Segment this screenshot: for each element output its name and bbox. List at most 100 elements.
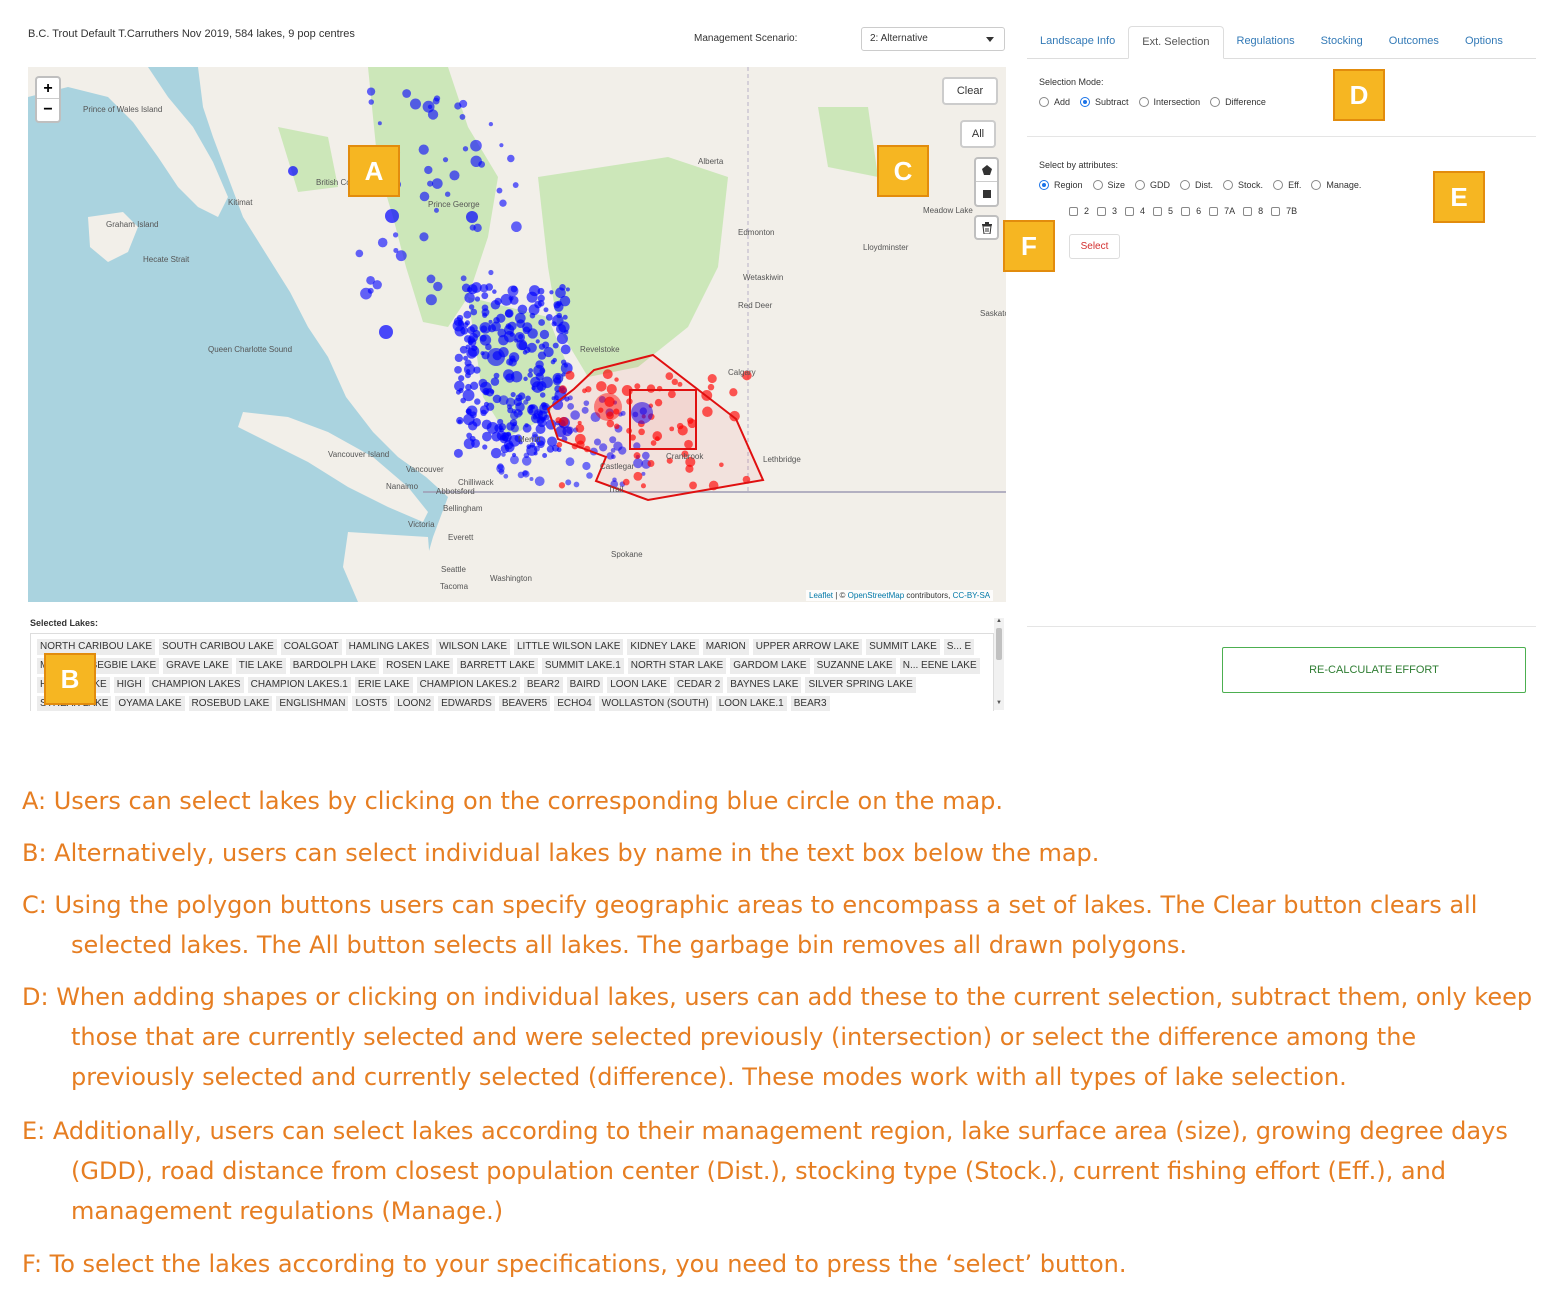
lake-marker[interactable]	[529, 477, 534, 482]
lake-marker[interactable]	[453, 448, 463, 458]
lake-marker[interactable]	[563, 363, 569, 368]
lake-chip[interactable]: GARDOM LAKE	[730, 658, 810, 674]
lake-marker[interactable]	[503, 330, 516, 343]
radio-icon[interactable]	[1135, 180, 1146, 190]
lake-marker[interactable]	[526, 342, 537, 353]
lake-marker[interactable]	[481, 292, 489, 300]
lake-marker[interactable]	[479, 334, 492, 346]
lake-marker[interactable]	[432, 97, 440, 105]
lake-marker[interactable]	[496, 187, 503, 194]
lake-marker[interactable]	[516, 339, 528, 351]
lake-marker[interactable]	[493, 372, 500, 379]
lake-chip[interactable]: N... EENE LAKE	[899, 658, 980, 674]
lake-marker[interactable]	[547, 436, 558, 447]
region-checkbox[interactable]: 5	[1153, 206, 1173, 216]
tab-stocking[interactable]: Stocking	[1308, 26, 1376, 59]
lake-marker[interactable]	[508, 295, 514, 301]
lake-marker[interactable]	[454, 353, 464, 363]
lake-chip[interactable]: OYAMA LAKE	[115, 696, 185, 711]
lake-chip[interactable]: SUMMIT LAKE.1	[541, 658, 624, 674]
lake-marker[interactable]	[424, 165, 433, 175]
lake-marker[interactable]	[481, 308, 490, 317]
lake-marker[interactable]	[465, 344, 471, 350]
lake-marker[interactable]	[586, 472, 593, 479]
lake-marker[interactable]	[518, 333, 524, 340]
lake-marker[interactable]	[528, 368, 534, 373]
osm-link[interactable]: OpenStreetMap	[848, 591, 904, 600]
lake-marker[interactable]	[377, 237, 388, 248]
checkbox-icon[interactable]	[1069, 206, 1078, 216]
lake-marker[interactable]	[493, 316, 500, 324]
map[interactable]: Prince of Wales Island Graham Island Hecat…	[28, 67, 1006, 602]
lake-marker[interactable]	[468, 332, 478, 343]
lake-marker[interactable]	[537, 300, 545, 307]
lake-marker[interactable]	[483, 401, 489, 407]
lake-marker[interactable]	[409, 98, 422, 110]
lake-chip[interactable]: CEDAR 2	[673, 677, 724, 693]
recalculate-effort-button[interactable]: RE-CALCULATE EFFORT	[1222, 647, 1526, 693]
radio-icon[interactable]	[1210, 97, 1221, 107]
delete-polygons-button[interactable]	[974, 215, 999, 240]
radio-icon[interactable]	[1138, 97, 1149, 107]
lake-marker[interactable]	[425, 294, 437, 306]
lake-chip[interactable]: LOON LAKE	[607, 677, 670, 693]
region-checkbox[interactable]: 4	[1125, 206, 1145, 216]
lake-marker[interactable]	[558, 385, 567, 394]
checkbox-icon[interactable]	[1153, 206, 1163, 216]
lake-marker[interactable]	[556, 441, 563, 448]
lake-marker[interactable]	[507, 154, 515, 163]
lake-chip[interactable]: BEAR3	[790, 696, 830, 711]
attr-dist[interactable]: Dist.	[1180, 180, 1213, 190]
lake-chip[interactable]: BEGBIE LAKE	[87, 658, 160, 674]
lake-marker[interactable]	[463, 363, 476, 375]
lake-chip[interactable]: CHAMPION LAKES.2	[416, 677, 520, 693]
lake-marker[interactable]	[523, 376, 528, 382]
lake-marker[interactable]	[538, 343, 546, 350]
lake-chip[interactable]: HIGH	[113, 677, 145, 693]
scroll-up-icon[interactable]: ▲	[996, 618, 1002, 624]
lake-marker[interactable]	[529, 285, 541, 297]
attr-stock[interactable]: Stock.	[1223, 180, 1263, 190]
lake-marker[interactable]	[457, 320, 464, 327]
lake-marker[interactable]	[538, 319, 546, 326]
clear-button[interactable]: Clear	[942, 77, 998, 105]
lake-marker[interactable]	[499, 199, 507, 207]
lake-marker[interactable]	[523, 399, 529, 405]
zoom-control[interactable]: + −	[35, 76, 61, 123]
lake-marker[interactable]	[494, 297, 502, 306]
lake-marker[interactable]	[366, 87, 376, 96]
select-button[interactable]: Select	[1069, 234, 1120, 259]
lake-chip[interactable]: WILSON LAKE	[436, 639, 510, 655]
lake-chip[interactable]: SOUTH CARIBOU LAKE	[159, 639, 277, 655]
lake-marker[interactable]	[555, 287, 566, 299]
lake-marker[interactable]	[372, 280, 382, 290]
lake-marker[interactable]	[474, 398, 481, 405]
lake-marker[interactable]	[488, 319, 493, 324]
radio-icon[interactable]	[1092, 180, 1103, 190]
lake-marker[interactable]	[288, 166, 298, 176]
lake-marker[interactable]	[402, 89, 412, 98]
scroll-down-icon[interactable]: ▼	[996, 700, 1002, 706]
lake-marker[interactable]	[549, 290, 554, 295]
attr-manage[interactable]: Manage.	[1311, 180, 1361, 190]
lake-marker[interactable]	[482, 431, 492, 442]
lake-marker[interactable]	[543, 307, 549, 313]
lake-marker[interactable]	[552, 357, 557, 363]
lake-marker[interactable]	[556, 333, 568, 345]
lake-marker[interactable]	[528, 304, 540, 316]
lake-marker[interactable]	[526, 444, 532, 450]
lake-marker[interactable]	[553, 302, 564, 312]
lake-chip[interactable]: ECHO4	[554, 696, 595, 711]
lake-chip[interactable]: LITTLE WILSON LAKE	[514, 639, 624, 655]
tab-options[interactable]: Options	[1452, 26, 1516, 59]
lake-marker[interactable]	[466, 287, 473, 293]
attr-eff[interactable]: Eff.	[1273, 180, 1301, 190]
lake-marker[interactable]	[545, 313, 553, 321]
lake-marker[interactable]	[535, 339, 540, 344]
lake-marker[interactable]	[457, 419, 462, 424]
lake-marker[interactable]	[454, 325, 466, 337]
lake-chip[interactable]: COALGOAT	[280, 639, 342, 655]
lake-chip[interactable]: KIDNEY LAKE	[627, 639, 699, 655]
mode-difference[interactable]: Difference	[1210, 97, 1266, 107]
lake-marker[interactable]	[522, 322, 533, 333]
